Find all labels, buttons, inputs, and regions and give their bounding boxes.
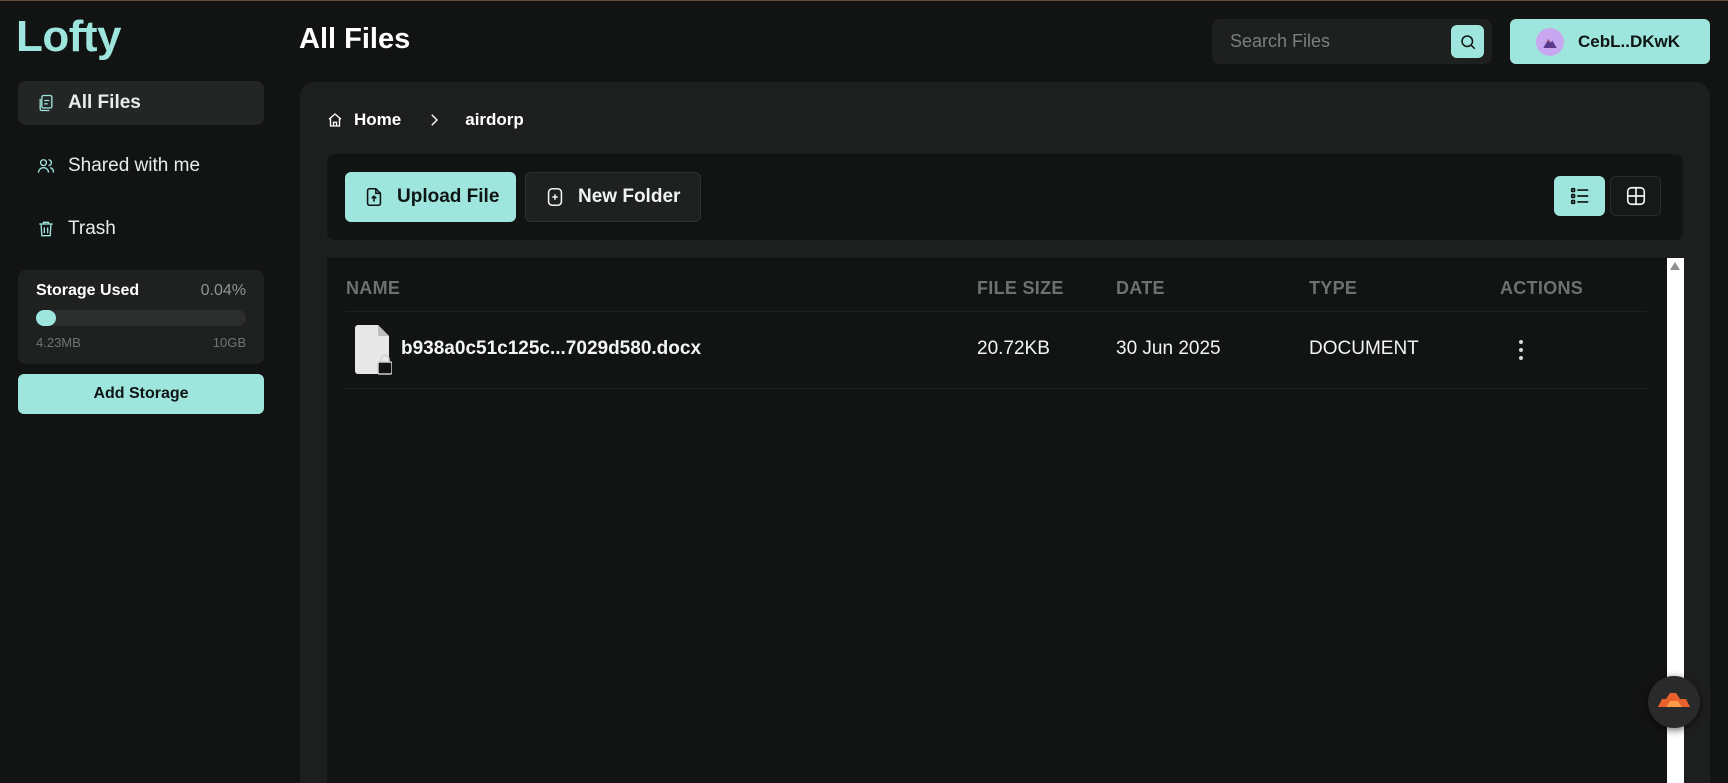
breadcrumb: Home airdorp: [326, 110, 524, 130]
upload-file-icon: [366, 187, 382, 207]
storage-card: Storage Used 0.04% 4.23MB 10GB: [18, 270, 264, 364]
search-icon: [1460, 34, 1475, 49]
app-root: Lofty All Files Shared with me Trash Sto…: [0, 0, 1728, 783]
column-header-actions: ACTIONS: [1500, 278, 1584, 298]
widget-logo-icon: [1658, 693, 1690, 707]
sidebar-item-label: Shared with me: [68, 155, 201, 176]
breadcrumb-home[interactable]: Home: [354, 110, 401, 130]
search-bar: [1212, 19, 1492, 64]
table-row[interactable]: b938a0c51c125c...7029d580.docx 20.72KB 3…: [345, 311, 1647, 389]
app-logo[interactable]: Lofty: [16, 12, 122, 62]
grid-view-toggle[interactable]: [1610, 176, 1661, 216]
add-storage-button[interactable]: Add Storage: [18, 374, 264, 414]
column-header-file-size[interactable]: FILE SIZE: [977, 278, 1064, 299]
chevron-right-icon: [431, 114, 439, 126]
upload-file-button[interactable]: Upload File: [345, 172, 516, 222]
list-view-toggle[interactable]: [1554, 176, 1605, 216]
files-icon: [39, 94, 53, 112]
storage-title: Storage Used: [36, 282, 140, 299]
list-view-icon: [1570, 187, 1588, 205]
file-name[interactable]: b938a0c51c125c...7029d580.docx: [401, 338, 701, 360]
home-icon: [328, 113, 342, 127]
avatar: [1536, 27, 1564, 56]
file-toolbar: Upload File New Folder: [327, 154, 1683, 240]
storage-used: 4.23MB: [36, 335, 81, 350]
grid-view-icon: [1626, 186, 1645, 206]
sidebar-item-all-files[interactable]: All Files: [18, 81, 264, 125]
floating-widget-button[interactable]: [1648, 676, 1700, 728]
search-button[interactable]: [1451, 25, 1484, 58]
storage-total: 10GB: [212, 335, 246, 350]
trash-icon: [39, 221, 53, 237]
file-size: 20.72KB: [977, 338, 1050, 359]
sidebar-item-label: All Files: [68, 92, 141, 113]
users-icon: [37, 159, 55, 173]
upload-file-label: Upload File: [397, 186, 500, 207]
storage-progress-bar: [36, 310, 246, 326]
more-actions-icon[interactable]: [1516, 336, 1526, 364]
window-top-border: [0, 0, 1728, 1]
file-type: DOCUMENT: [1309, 338, 1419, 359]
storage-progress-fill: [36, 310, 56, 326]
column-header-name[interactable]: NAME: [346, 278, 400, 299]
new-folder-label: New Folder: [578, 186, 681, 207]
search-input[interactable]: [1230, 31, 1440, 52]
wallet-address: CebL..DKwK: [1578, 31, 1680, 51]
wallet-button[interactable]: CebL..DKwK: [1510, 19, 1710, 64]
breadcrumb-current[interactable]: airdorp: [465, 110, 524, 130]
locked-document-icon: [355, 325, 392, 375]
file-date: 30 Jun 2025: [1116, 338, 1221, 359]
file-table: NAME FILE SIZE DATE TYPE ACTIONS b938a0c…: [327, 258, 1667, 783]
new-folder-icon: [547, 187, 563, 207]
mountain-avatar-icon: [1543, 38, 1557, 48]
sidebar-item-label: Trash: [68, 218, 116, 239]
sidebar-item-trash[interactable]: Trash: [18, 207, 264, 251]
column-header-type[interactable]: TYPE: [1309, 278, 1357, 299]
scroll-up-arrow-icon[interactable]: [1670, 262, 1680, 270]
column-header-date[interactable]: DATE: [1116, 278, 1165, 299]
new-folder-button[interactable]: New Folder: [525, 172, 701, 222]
storage-percent: 0.04%: [200, 282, 246, 299]
page-title: All Files: [299, 23, 411, 55]
sidebar-item-shared[interactable]: Shared with me: [18, 144, 264, 188]
